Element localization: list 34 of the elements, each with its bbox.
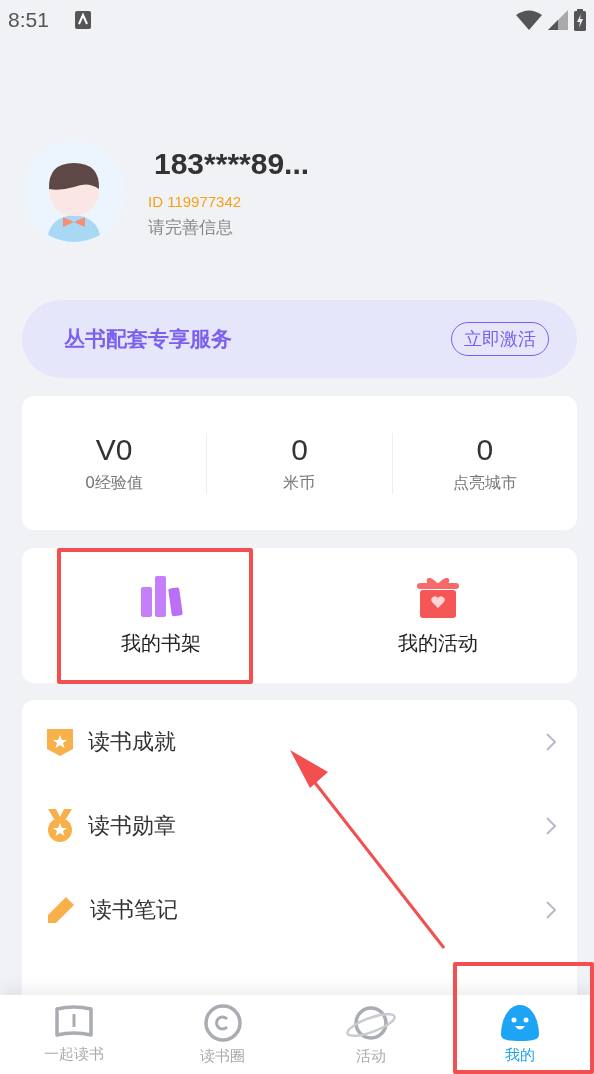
profile-hint[interactable]: 请完善信息 — [148, 216, 310, 239]
menu-item[interactable]: 读书成就 — [88, 727, 176, 757]
nav-tab[interactable]: 活动 — [297, 995, 446, 1074]
banner-title: 丛书配套专享服务 — [64, 326, 232, 353]
nav-tab[interactable]: 一起读书 — [0, 995, 149, 1074]
chevron-right-icon — [545, 900, 557, 920]
stat-value: V0 — [95, 432, 133, 467]
stat-label: 米币 — [283, 472, 316, 494]
shortcut-label[interactable]: 我的活动 — [398, 630, 479, 657]
user-name: 183****89... — [154, 147, 310, 181]
chevron-right-icon — [545, 816, 557, 836]
menu-item[interactable]: 读书笔记 — [90, 895, 178, 925]
medal-icon — [46, 809, 74, 843]
nav-tab[interactable]: 读书圈 — [148, 995, 297, 1074]
chevron-right-icon — [545, 732, 557, 752]
nav-tab[interactable]: 我的 — [445, 995, 594, 1074]
shield-star-icon — [46, 727, 74, 757]
stat-label: 点亮城市 — [452, 472, 517, 494]
battery-icon — [574, 9, 586, 31]
wifi-icon — [516, 10, 542, 30]
signal-icon — [548, 10, 568, 30]
ring-icon — [202, 1003, 243, 1043]
smiley-icon — [499, 1004, 540, 1042]
stat-value: 0 — [291, 432, 308, 467]
shortcut-label[interactable]: 我的书架 — [120, 630, 201, 657]
pencil-icon — [46, 895, 76, 925]
notification-icon — [74, 11, 91, 29]
bars-icon — [138, 574, 183, 618]
user-id: ID 119977342 — [148, 193, 243, 210]
menu-item[interactable]: 读书勋章 — [88, 811, 176, 841]
status-time: 8:51 — [8, 8, 49, 32]
stat-label: 0经验值 — [85, 472, 144, 494]
planet-icon — [345, 1003, 398, 1043]
stat-value: 0 — [476, 432, 494, 467]
